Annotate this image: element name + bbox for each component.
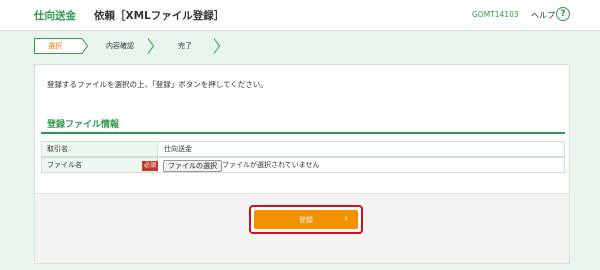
register-highlight: 登録 ›: [249, 205, 363, 234]
page-title: 依頼［XMLファイル登録］: [94, 10, 225, 22]
step-confirm-label: 内容確認: [106, 42, 134, 50]
help-link[interactable]: ヘルプ: [531, 10, 555, 21]
step-select: 選択: [34, 38, 88, 54]
step-complete: 完了: [148, 38, 220, 54]
register-button[interactable]: 登録 ›: [254, 210, 358, 229]
chevron-right-icon: ›: [344, 213, 348, 224]
row-file-name: ファイル名 必須 ファイルの選択 ファイルが選択されていません: [41, 157, 565, 173]
help-icon[interactable]: ?: [556, 7, 570, 21]
action-area: 登録 ›: [35, 194, 569, 263]
app-title: 仕向送金: [34, 10, 76, 22]
main-panel: 登録するファイルを選択の上、「登録」ボタンを押してください。 登録ファイル情報 …: [34, 64, 570, 264]
register-button-label: 登録: [299, 215, 313, 224]
transaction-name-value: 仕向送金: [158, 141, 565, 157]
file-select-button[interactable]: ファイルの選択: [163, 160, 222, 172]
screen-id: GOMT14103: [472, 10, 519, 19]
transaction-name-label: 取引名: [41, 141, 158, 157]
file-name-value: ファイルの選択 ファイルが選択されていません: [158, 157, 565, 173]
step-select-label: 選択: [48, 42, 62, 50]
section-divider: [41, 132, 565, 134]
file-status-text: ファイルが選択されていません: [222, 161, 320, 169]
row-transaction-name: 取引名 仕向送金: [41, 141, 565, 157]
step-confirm: 内容確認: [82, 38, 154, 54]
app-header: 仕向送金 依頼［XMLファイル登録］ GOMT14103 ヘルプ ?: [0, 0, 600, 31]
required-badge: 必須: [142, 161, 158, 171]
file-name-label: ファイル名 必須: [41, 157, 158, 173]
section-title: 登録ファイル情報: [47, 120, 120, 130]
instruction-text: 登録するファイルを選択の上、「登録」ボタンを押してください。: [47, 80, 268, 89]
step-complete-label: 完了: [178, 42, 192, 50]
file-name-label-text: ファイル名: [47, 161, 82, 169]
